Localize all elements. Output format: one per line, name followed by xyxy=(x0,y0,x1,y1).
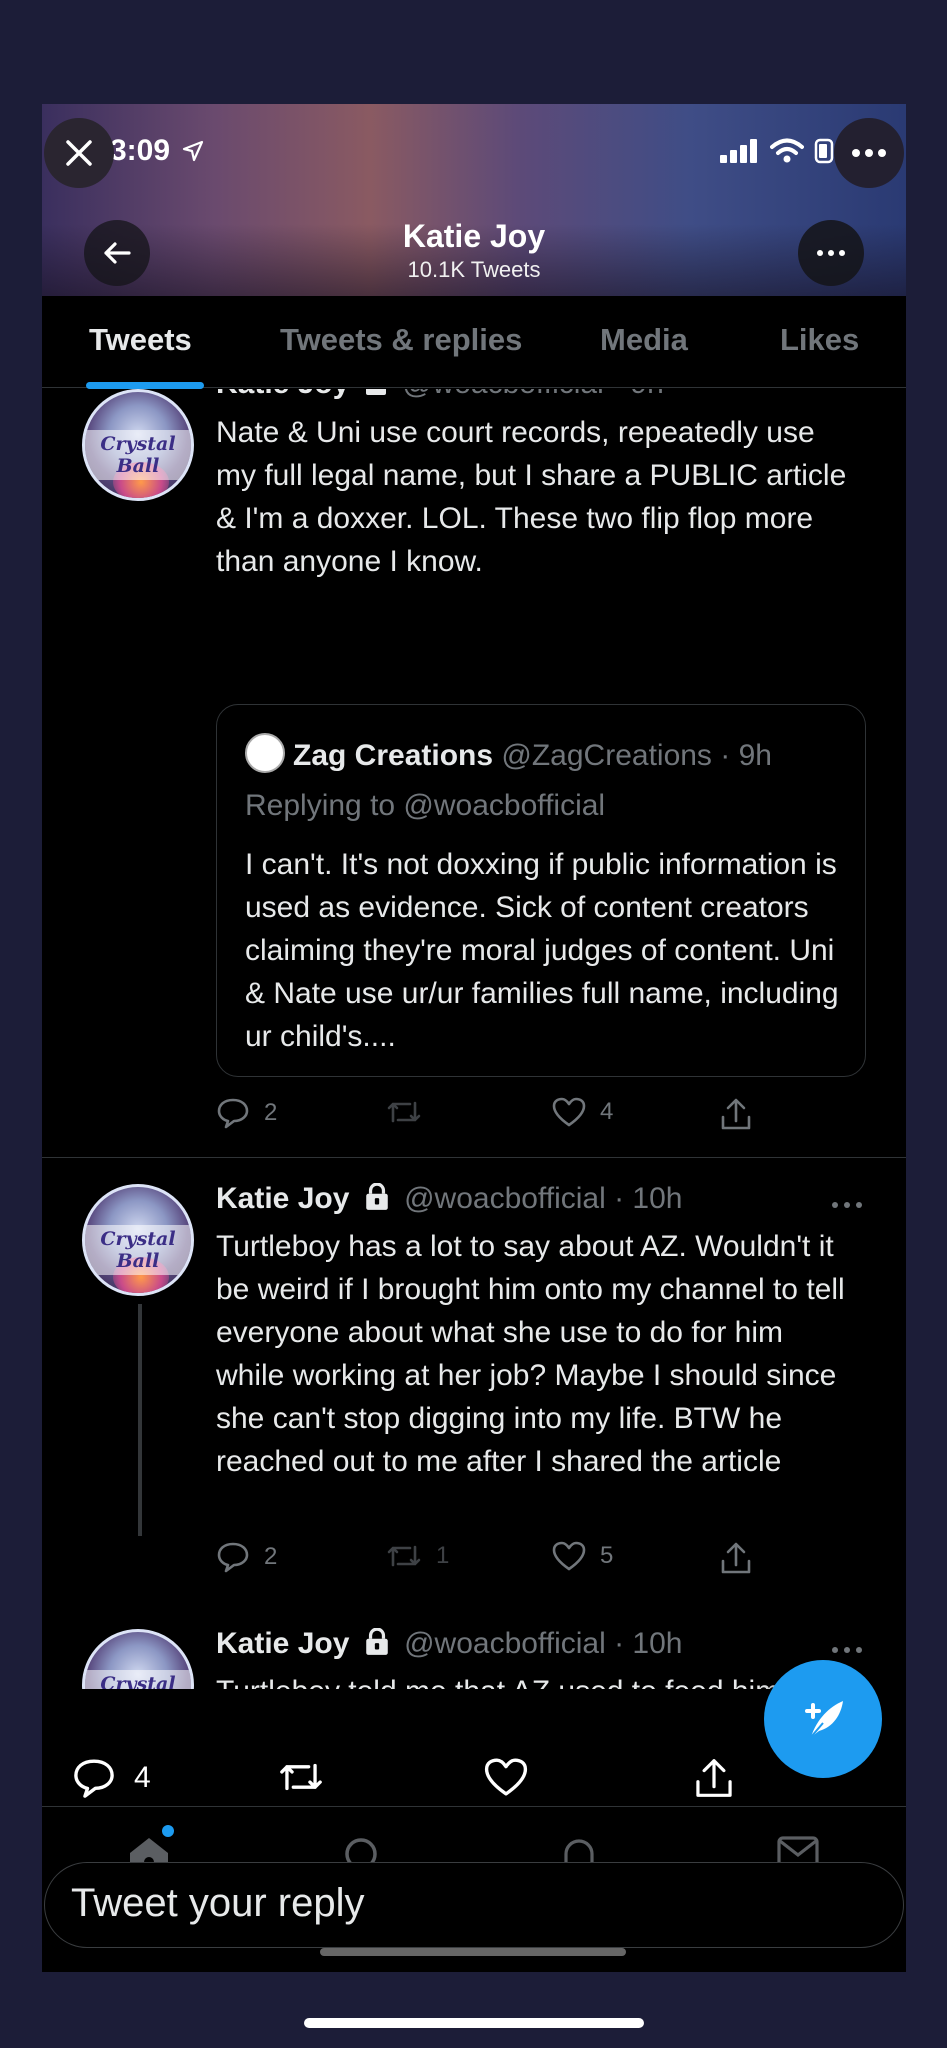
like-count: 5 xyxy=(600,1542,614,1569)
tweet-handle[interactable]: @woacbofficial · 10h xyxy=(404,1627,682,1660)
avatar-label: Crystal Ball xyxy=(85,1225,191,1275)
close-icon xyxy=(66,140,92,166)
reply-count: 2 xyxy=(264,1543,278,1570)
tweet-handle[interactable]: @woacbofficial · 9h xyxy=(402,389,664,400)
tweet-count: 10.1K Tweets xyxy=(407,257,541,282)
more-icon xyxy=(817,250,845,256)
tweet-more-button[interactable] xyxy=(832,1182,862,1216)
overlay-retweet-button[interactable] xyxy=(278,1757,324,1797)
home-indicator xyxy=(304,2018,644,2028)
profile-title: Katie Joy 10.1K Tweets xyxy=(42,218,906,283)
avatar[interactable]: Crystal Ball xyxy=(82,389,194,501)
browser-menu-button[interactable] xyxy=(834,118,904,188)
retweet-button[interactable]: 1 xyxy=(386,1541,449,1571)
avatar-label: Crystal Ball xyxy=(85,1670,191,1689)
profile-more-button[interactable] xyxy=(798,220,864,286)
thread-line xyxy=(138,1304,142,1536)
tweet-actions: 2 4 xyxy=(216,1097,776,1137)
quote-text: I can't. It's not doxxing if public info… xyxy=(245,848,839,1053)
heart-icon xyxy=(552,1541,586,1571)
share-icon xyxy=(696,1759,732,1797)
tweet-author-name[interactable]: Katie Joy xyxy=(216,389,349,400)
quote-header: Zag Creations @ZagCreations · 9h xyxy=(245,733,772,773)
divider xyxy=(42,1157,906,1158)
tab-media[interactable]: Media xyxy=(600,322,688,358)
profile-tabs: Tweets Tweets & replies Media Likes xyxy=(42,296,906,388)
overlay-action-bar: 4 xyxy=(42,1749,906,1805)
quote-replying-to: Replying to @woacbofficial xyxy=(245,789,606,822)
tab-tweets[interactable]: Tweets xyxy=(89,322,192,358)
tweet-feed[interactable]: Crystal Ball Katie Joy @woacbofficial · … xyxy=(42,389,906,1689)
location-arrow-icon xyxy=(183,140,204,162)
retweet-icon xyxy=(387,1101,421,1123)
tweet-author-name[interactable]: Katie Joy xyxy=(216,1182,349,1215)
avatar-label: Crystal Ball xyxy=(85,430,191,480)
profile-header: 3:09 Katie Joy 10.1K Tweets xyxy=(42,104,906,296)
retweet-icon xyxy=(280,1763,322,1791)
reply-icon xyxy=(74,1759,114,1798)
tweet-actions: 2 1 5 xyxy=(216,1541,776,1581)
profile-name: Katie Joy xyxy=(402,218,546,254)
reply-input-placeholder: Tweet your reply xyxy=(71,1881,365,1925)
overlay-reply-button[interactable]: 4 xyxy=(72,1757,151,1799)
avatar[interactable]: Crystal Ball xyxy=(82,1629,194,1689)
more-icon xyxy=(832,1647,862,1653)
tweet-header: Katie Joy @woacbofficial · 10h xyxy=(216,1627,682,1661)
more-icon xyxy=(852,149,886,157)
share-icon xyxy=(721,1098,751,1130)
tab-likes[interactable]: Likes xyxy=(780,322,859,358)
tweet-header: Katie Joy @woacbofficial · 10h xyxy=(216,1182,682,1216)
close-button[interactable] xyxy=(44,118,114,188)
lock-icon xyxy=(365,1628,388,1655)
inner-home-indicator xyxy=(320,1948,626,1956)
battery-icon xyxy=(814,138,834,164)
reply-button[interactable]: 2 xyxy=(216,1541,277,1573)
like-button[interactable]: 4 xyxy=(552,1097,613,1127)
compose-tweet-button[interactable] xyxy=(764,1660,882,1778)
heart-icon xyxy=(484,1758,528,1796)
quote-tweet[interactable]: Zag Creations @ZagCreations · 9h Replyin… xyxy=(216,704,866,1077)
active-tab-indicator xyxy=(86,382,204,389)
tweet-handle[interactable]: @woacbofficial · 10h xyxy=(404,1182,682,1215)
signal-icon xyxy=(720,139,757,163)
tweet-text: Turtleboy has a lot to say about AZ. Wou… xyxy=(216,1230,845,1478)
share-icon xyxy=(721,1542,751,1574)
like-button[interactable]: 5 xyxy=(552,1541,613,1571)
heart-icon xyxy=(552,1097,586,1127)
overlay-share-button[interactable] xyxy=(694,1757,734,1799)
retweet-button[interactable] xyxy=(386,1097,436,1127)
tweet-more-button[interactable] xyxy=(832,1627,862,1661)
tab-tweets-replies[interactable]: Tweets & replies xyxy=(280,322,522,358)
share-button[interactable] xyxy=(720,1541,752,1575)
share-button[interactable] xyxy=(720,1097,752,1131)
reply-count: 2 xyxy=(264,1099,278,1126)
tweet-author-name[interactable]: Katie Joy xyxy=(216,1627,349,1660)
lock-icon xyxy=(365,389,386,395)
overlay-like-button[interactable] xyxy=(484,1757,528,1797)
more-icon xyxy=(832,1202,862,1208)
lock-icon xyxy=(365,1183,388,1210)
retweet-icon xyxy=(387,1545,421,1567)
status-time: 3:09 xyxy=(110,134,204,168)
tweet-text: Turtleboy told me that AZ used to feed h… xyxy=(216,1670,856,1689)
reply-input[interactable]: Tweet your reply xyxy=(44,1862,904,1948)
reply-icon xyxy=(217,1098,249,1129)
tweet-text: Nate & Uni use court records, repeatedly… xyxy=(216,416,847,578)
quote-avatar xyxy=(245,733,285,773)
status-icons xyxy=(720,138,834,164)
phone-screen: 3:09 Katie Joy 10.1K Tweets Tweets Tweet… xyxy=(42,104,906,1972)
reply-icon xyxy=(217,1542,249,1573)
reply-button[interactable]: 2 xyxy=(216,1097,277,1129)
retweet-count: 1 xyxy=(436,1542,450,1569)
tweet-header: Katie Joy @woacbofficial · 9h xyxy=(216,389,664,401)
like-count: 4 xyxy=(600,1098,614,1125)
wifi-icon xyxy=(770,138,804,163)
compose-feather-icon xyxy=(805,1701,843,1738)
quote-author-name: Zag Creations xyxy=(293,739,494,772)
overlay-reply-count: 4 xyxy=(134,1761,151,1794)
quote-handle: @ZagCreations · 9h xyxy=(501,739,772,772)
avatar[interactable]: Crystal Ball xyxy=(82,1184,194,1296)
